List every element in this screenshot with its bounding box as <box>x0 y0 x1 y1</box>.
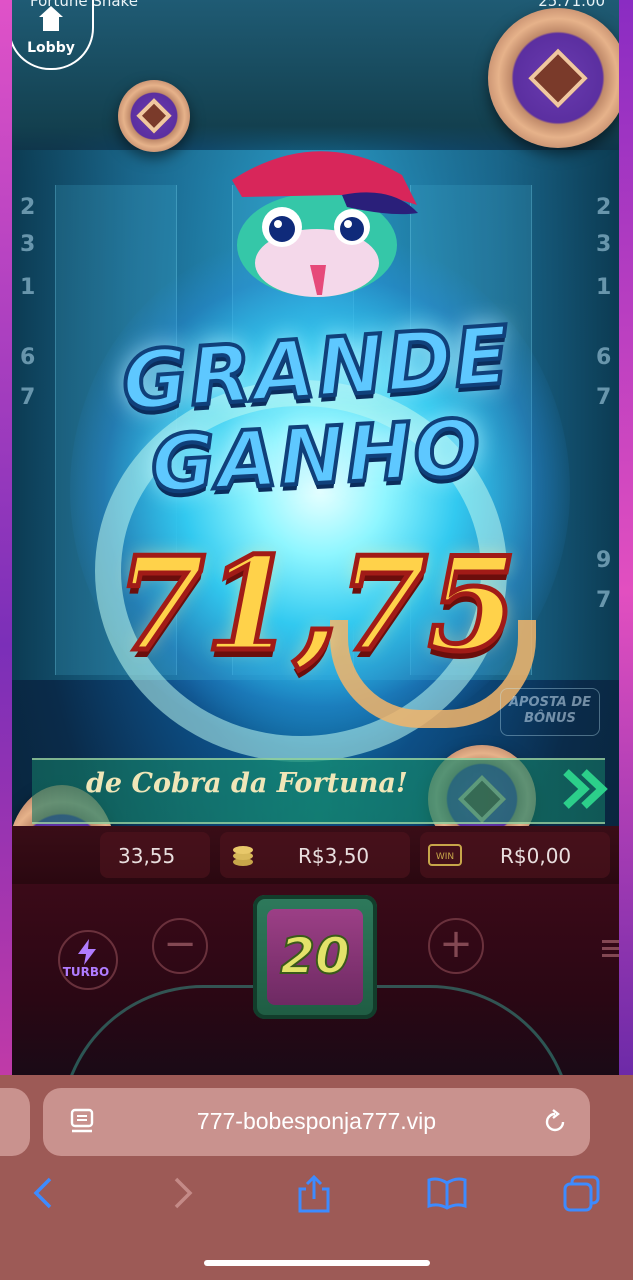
lobby-label: Lobby <box>27 40 75 56</box>
row-number: 2 <box>596 195 612 220</box>
svg-text:WIN: WIN <box>436 852 454 862</box>
win-amount: 71,75 <box>114 528 520 683</box>
turbo-button[interactable] <box>58 930 118 990</box>
balance-readout: 25.71.00 <box>538 0 605 10</box>
row-number: 2 <box>20 195 36 220</box>
minus-button[interactable]: − <box>152 918 208 974</box>
row-number: 3 <box>20 232 36 257</box>
turbo-label: TURBO <box>62 965 110 979</box>
plus-button[interactable]: + <box>428 918 484 974</box>
bet-box[interactable]: R$3,50 <box>220 832 410 878</box>
left-border <box>0 0 12 1075</box>
right-border <box>619 0 633 1075</box>
row-number: 3 <box>596 232 612 257</box>
win-value: R$0,00 <box>500 844 572 868</box>
coins-stack-icon <box>233 846 253 866</box>
balance-value: 33,55 <box>118 844 176 868</box>
home-icon <box>39 6 63 31</box>
bet-value: R$3,50 <box>298 844 370 868</box>
bookmarks-icon[interactable] <box>426 1175 468 1211</box>
lightning-icon <box>78 939 96 965</box>
forward-icon[interactable] <box>166 1175 198 1211</box>
row-number: 1 <box>596 275 612 300</box>
tabs-icon[interactable] <box>562 1175 602 1213</box>
home-indicator[interactable] <box>204 1260 430 1266</box>
bonus-bet-button[interactable]: APOSTA DE BÔNUS <box>500 688 600 736</box>
spin-count: 20 <box>279 926 351 986</box>
banner-text: de Cobra da Fortuna! <box>86 768 408 799</box>
back-icon[interactable] <box>28 1175 60 1211</box>
win-box: WIN R$0,00 <box>420 832 610 878</box>
row-number: 1 <box>20 275 36 300</box>
game-screen[interactable]: 2 3 1 6 7 2 3 1 6 7 9 7 GRANDE GANHO 71,… <box>0 0 633 1075</box>
chevron-right-icon <box>563 769 608 809</box>
share-icon[interactable] <box>294 1175 334 1215</box>
coin-icon <box>488 8 628 148</box>
coin-icon <box>118 80 190 152</box>
snake-mascot-icon <box>232 151 418 297</box>
auto-spin-button[interactable]: 20 <box>253 895 377 1019</box>
url-text: 777-bobesponja777.vip <box>196 1108 437 1134</box>
win-label-icon: WIN <box>428 844 462 866</box>
balance-box: 33,55 <box>100 832 210 878</box>
